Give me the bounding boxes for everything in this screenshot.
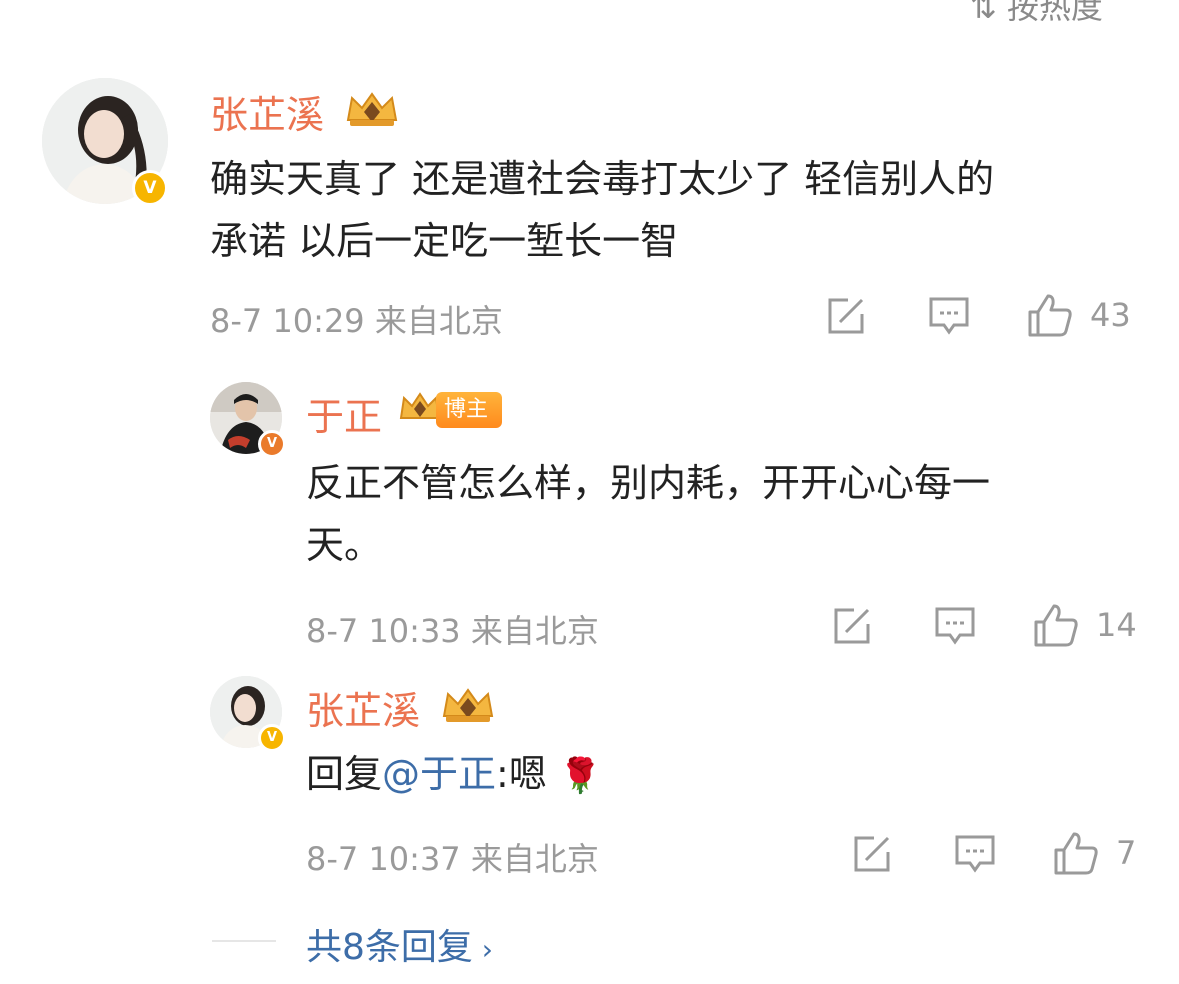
comment-text: 确实天真了 还是遭社会毒打太少了 轻信别人的 承诺 以后一定吃一堑长一智 <box>210 148 1150 272</box>
location: 来自北京 <box>470 840 599 878</box>
reply-text-line: 天。 <box>306 523 383 567</box>
verified-icon: V <box>258 724 286 752</box>
reply-text: 反正不管怎么样，别内耗，开开心心每一 天。 <box>306 452 1146 576</box>
chevron-right-icon: › <box>472 933 494 966</box>
location: 来自北京 <box>470 612 599 650</box>
repost-icon[interactable] <box>852 834 892 878</box>
more-replies-link[interactable]: 共8条回复 › <box>306 918 493 970</box>
like-icon[interactable] <box>1032 602 1080 652</box>
reply-avatar[interactable]: V <box>210 382 286 458</box>
reply-username[interactable]: 张芷溪 <box>306 680 420 735</box>
reply-content: :嗯 <box>496 752 547 796</box>
comment-text-line: 确实天真了 还是遭社会毒打太少了 轻信别人的 <box>210 157 995 201</box>
repost-icon[interactable] <box>826 296 866 340</box>
reply-text: 回复@于正:嗯 🌹 <box>306 746 601 804</box>
comment-icon[interactable] <box>928 296 970 340</box>
reply-meta: 8-7 10:37 来自北京 <box>306 834 599 880</box>
repost-icon[interactable] <box>832 606 872 650</box>
comment-icon[interactable] <box>954 834 996 878</box>
reply-avatar[interactable]: V <box>210 676 286 752</box>
host-badge: 博主 <box>436 392 502 428</box>
timestamp: 8-7 10:33 <box>306 612 461 650</box>
reply-text-line: 反正不管怎么样，别内耗，开开心心每一 <box>306 461 991 505</box>
crown-icon <box>344 90 400 132</box>
verified-icon: V <box>132 170 168 206</box>
more-replies-label: 共8条回复 <box>306 927 473 968</box>
divider <box>212 940 276 942</box>
verified-icon: V <box>258 430 286 458</box>
timestamp: 8-7 10:37 <box>306 840 461 878</box>
avatar[interactable]: V <box>42 78 168 206</box>
comment-meta: 8-7 10:29 来自北京 <box>210 296 503 342</box>
like-icon[interactable] <box>1052 830 1100 880</box>
mention-link[interactable]: @于正 <box>382 752 496 796</box>
location: 来自北京 <box>374 302 503 340</box>
sort-label: 按热度 <box>1006 0 1103 26</box>
like-count: 43 <box>1090 296 1131 334</box>
comment-text-line: 承诺 以后一定吃一堑长一智 <box>210 219 679 263</box>
comment-username[interactable]: 张芷溪 <box>210 84 324 139</box>
sort-icon: ⇅ <box>970 0 1007 26</box>
timestamp: 8-7 10:29 <box>210 302 365 340</box>
like-count: 7 <box>1116 834 1137 872</box>
like-count: 14 <box>1096 606 1137 644</box>
rose-emoji: 🌹 <box>558 756 602 796</box>
sort-toggle[interactable]: ⇅ 按热度 <box>970 0 1103 28</box>
like-icon[interactable] <box>1026 292 1074 342</box>
reply-username[interactable]: 于正 <box>306 386 382 441</box>
comment-icon[interactable] <box>934 606 976 650</box>
reply-meta: 8-7 10:33 来自北京 <box>306 606 599 652</box>
crown-icon <box>440 686 496 728</box>
reply-prefix: 回复 <box>306 752 383 796</box>
